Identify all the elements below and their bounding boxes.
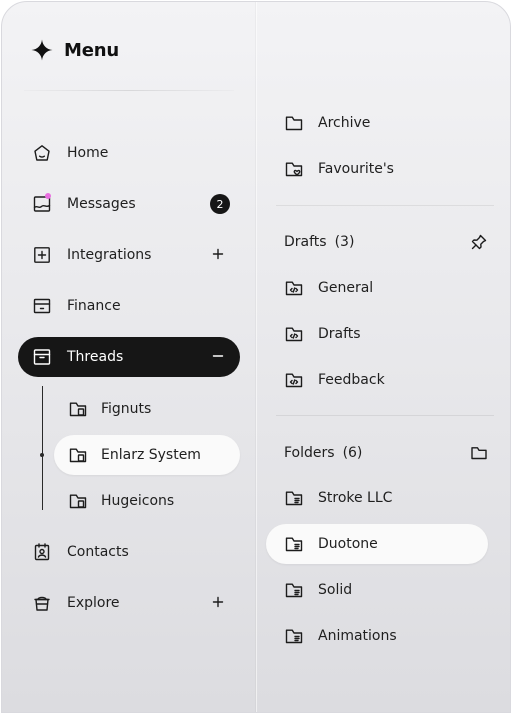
thread-item[interactable]: Hugeicons bbox=[54, 481, 240, 521]
thread-item-label: Hugeicons bbox=[101, 493, 175, 509]
draft-item[interactable]: Drafts bbox=[266, 314, 488, 354]
nav-label: Explore bbox=[67, 595, 120, 611]
folder-label: Animations bbox=[318, 628, 397, 644]
nav-item-home[interactable]: Home bbox=[18, 133, 240, 173]
explore-icon bbox=[32, 593, 52, 613]
folder-icon bbox=[284, 113, 304, 133]
folder-code-icon bbox=[284, 278, 304, 298]
plus-icon[interactable] bbox=[210, 246, 226, 262]
menu-divider bbox=[24, 90, 234, 91]
folder-icon[interactable] bbox=[470, 444, 488, 462]
folder-label: Archive bbox=[318, 115, 371, 131]
messages-icon bbox=[32, 193, 52, 214]
folder-file-icon bbox=[68, 491, 88, 511]
folder-item[interactable]: Solid bbox=[266, 570, 488, 610]
folder-item[interactable]: Animations bbox=[266, 616, 488, 656]
folder-item-selected[interactable]: Duotone bbox=[266, 524, 488, 564]
draft-label: General bbox=[318, 280, 374, 296]
folder-code-icon bbox=[284, 324, 304, 344]
nav-label: Integrations bbox=[67, 247, 152, 263]
messages-count-badge: 2 bbox=[210, 194, 230, 214]
folder-label: Duotone bbox=[318, 536, 378, 552]
home-icon bbox=[32, 143, 52, 163]
section-divider bbox=[276, 415, 494, 416]
folders-section-header: Folders (6) bbox=[284, 442, 490, 464]
minus-icon[interactable] bbox=[210, 348, 226, 364]
folder-details-icon bbox=[284, 580, 304, 600]
nav-label: Contacts bbox=[67, 544, 129, 560]
column-divider bbox=[256, 2, 257, 712]
nav-label: Finance bbox=[67, 298, 121, 314]
nav-item-messages[interactable]: Messages 2 bbox=[18, 184, 240, 224]
plus-icon[interactable] bbox=[210, 594, 226, 610]
tree-connector-dot bbox=[40, 453, 44, 457]
folder-code-icon bbox=[284, 370, 304, 390]
draft-item[interactable]: Feedback bbox=[266, 360, 488, 400]
menu-title: Menu bbox=[64, 39, 119, 61]
nav-item-explore[interactable]: Explore bbox=[18, 583, 240, 623]
tree-connector bbox=[42, 386, 43, 510]
folder-file-icon bbox=[68, 399, 88, 419]
folder-details-icon bbox=[284, 626, 304, 646]
folder-details-icon bbox=[284, 534, 304, 554]
section-count: (6) bbox=[342, 445, 363, 461]
folder-label: Solid bbox=[318, 582, 353, 598]
folder-item[interactable]: Stroke LLC bbox=[266, 478, 488, 518]
folder-file-icon bbox=[68, 445, 88, 465]
nav-item-contacts[interactable]: Contacts bbox=[18, 532, 240, 572]
section-title: Drafts bbox=[284, 234, 327, 250]
thread-item[interactable]: Fignuts bbox=[54, 389, 240, 429]
folder-item-archive[interactable]: Archive bbox=[266, 103, 488, 143]
nav-label: Threads bbox=[67, 349, 124, 365]
notification-dot bbox=[45, 193, 51, 199]
folder-label: Stroke LLC bbox=[318, 490, 393, 506]
nav-label: Messages bbox=[67, 196, 136, 212]
sparkle-icon bbox=[30, 38, 54, 62]
draft-item[interactable]: General bbox=[266, 268, 488, 308]
section-count: (3) bbox=[334, 234, 355, 250]
integrations-icon bbox=[32, 245, 52, 265]
thread-item-label: Enlarz System bbox=[101, 447, 201, 463]
nav-item-finance[interactable]: Finance bbox=[18, 286, 240, 326]
section-title: Folders bbox=[284, 445, 335, 461]
drafts-section-header: Drafts (3) bbox=[284, 231, 490, 253]
draft-label: Drafts bbox=[318, 326, 361, 342]
menu-panel: Menu Home Messages 2 Integrations Financ… bbox=[1, 1, 511, 713]
threads-icon bbox=[32, 347, 52, 367]
thread-item-selected[interactable]: Enlarz System bbox=[54, 435, 240, 475]
folder-heart-icon bbox=[284, 159, 304, 179]
nav-item-integrations[interactable]: Integrations bbox=[18, 235, 240, 275]
finance-icon bbox=[32, 296, 52, 316]
menu-header: Menu bbox=[30, 38, 119, 62]
folder-label: Favourite's bbox=[318, 161, 394, 177]
pin-icon[interactable] bbox=[470, 233, 488, 251]
contacts-icon bbox=[32, 542, 52, 562]
section-divider bbox=[276, 205, 494, 206]
folder-item-favourites[interactable]: Favourite's bbox=[266, 149, 488, 189]
draft-label: Feedback bbox=[318, 372, 385, 388]
folder-details-icon bbox=[284, 488, 304, 508]
nav-item-threads[interactable]: Threads bbox=[18, 337, 240, 377]
thread-item-label: Fignuts bbox=[101, 401, 152, 417]
nav-label: Home bbox=[67, 145, 109, 161]
